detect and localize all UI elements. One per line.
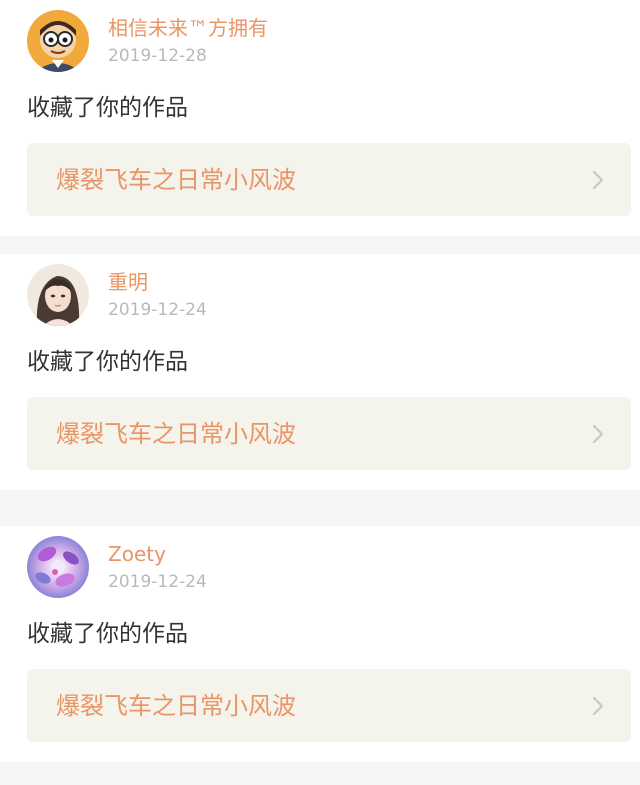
work-link[interactable]: 爆裂飞车之日常小风波 — [27, 397, 631, 470]
notification-feed: 相信未来™方拥有 2019-12-28 收藏了你的作品 爆裂飞车之日常小风波 重… — [0, 0, 640, 785]
portrait-avatar-icon[interactable] — [27, 264, 89, 326]
notification-date: 2019-12-24 — [108, 300, 207, 320]
chevron-right-icon — [592, 170, 604, 190]
notification-card: 相信未来™方拥有 2019-12-28 收藏了你的作品 爆裂飞车之日常小风波 — [0, 0, 640, 236]
user-name[interactable]: 相信未来™方拥有 — [108, 14, 268, 42]
user-name[interactable]: 重明 — [108, 268, 148, 296]
work-title: 爆裂飞车之日常小风波 — [56, 420, 296, 448]
work-title: 爆裂飞车之日常小风波 — [56, 166, 296, 194]
cartoon-avatar-icon[interactable] — [27, 10, 89, 72]
work-link[interactable]: 爆裂飞车之日常小风波 — [27, 143, 631, 216]
user-name[interactable]: Zoety — [108, 540, 166, 568]
notification-date: 2019-12-24 — [108, 572, 207, 592]
action-text: 收藏了你的作品 — [27, 349, 188, 375]
work-link[interactable]: 爆裂飞车之日常小风波 — [27, 669, 631, 742]
floral-avatar-icon[interactable] — [27, 536, 89, 598]
action-text: 收藏了你的作品 — [27, 95, 188, 121]
notification-card: Zoety 2019-12-24 收藏了你的作品 爆裂飞车之日常小风波 — [0, 526, 640, 762]
action-text: 收藏了你的作品 — [27, 621, 188, 647]
work-title: 爆裂飞车之日常小风波 — [56, 692, 296, 720]
notification-card: 重明 2019-12-24 收藏了你的作品 爆裂飞车之日常小风波 — [0, 254, 640, 490]
chevron-right-icon — [592, 696, 604, 716]
chevron-right-icon — [592, 424, 604, 444]
notification-date: 2019-12-28 — [108, 46, 207, 66]
